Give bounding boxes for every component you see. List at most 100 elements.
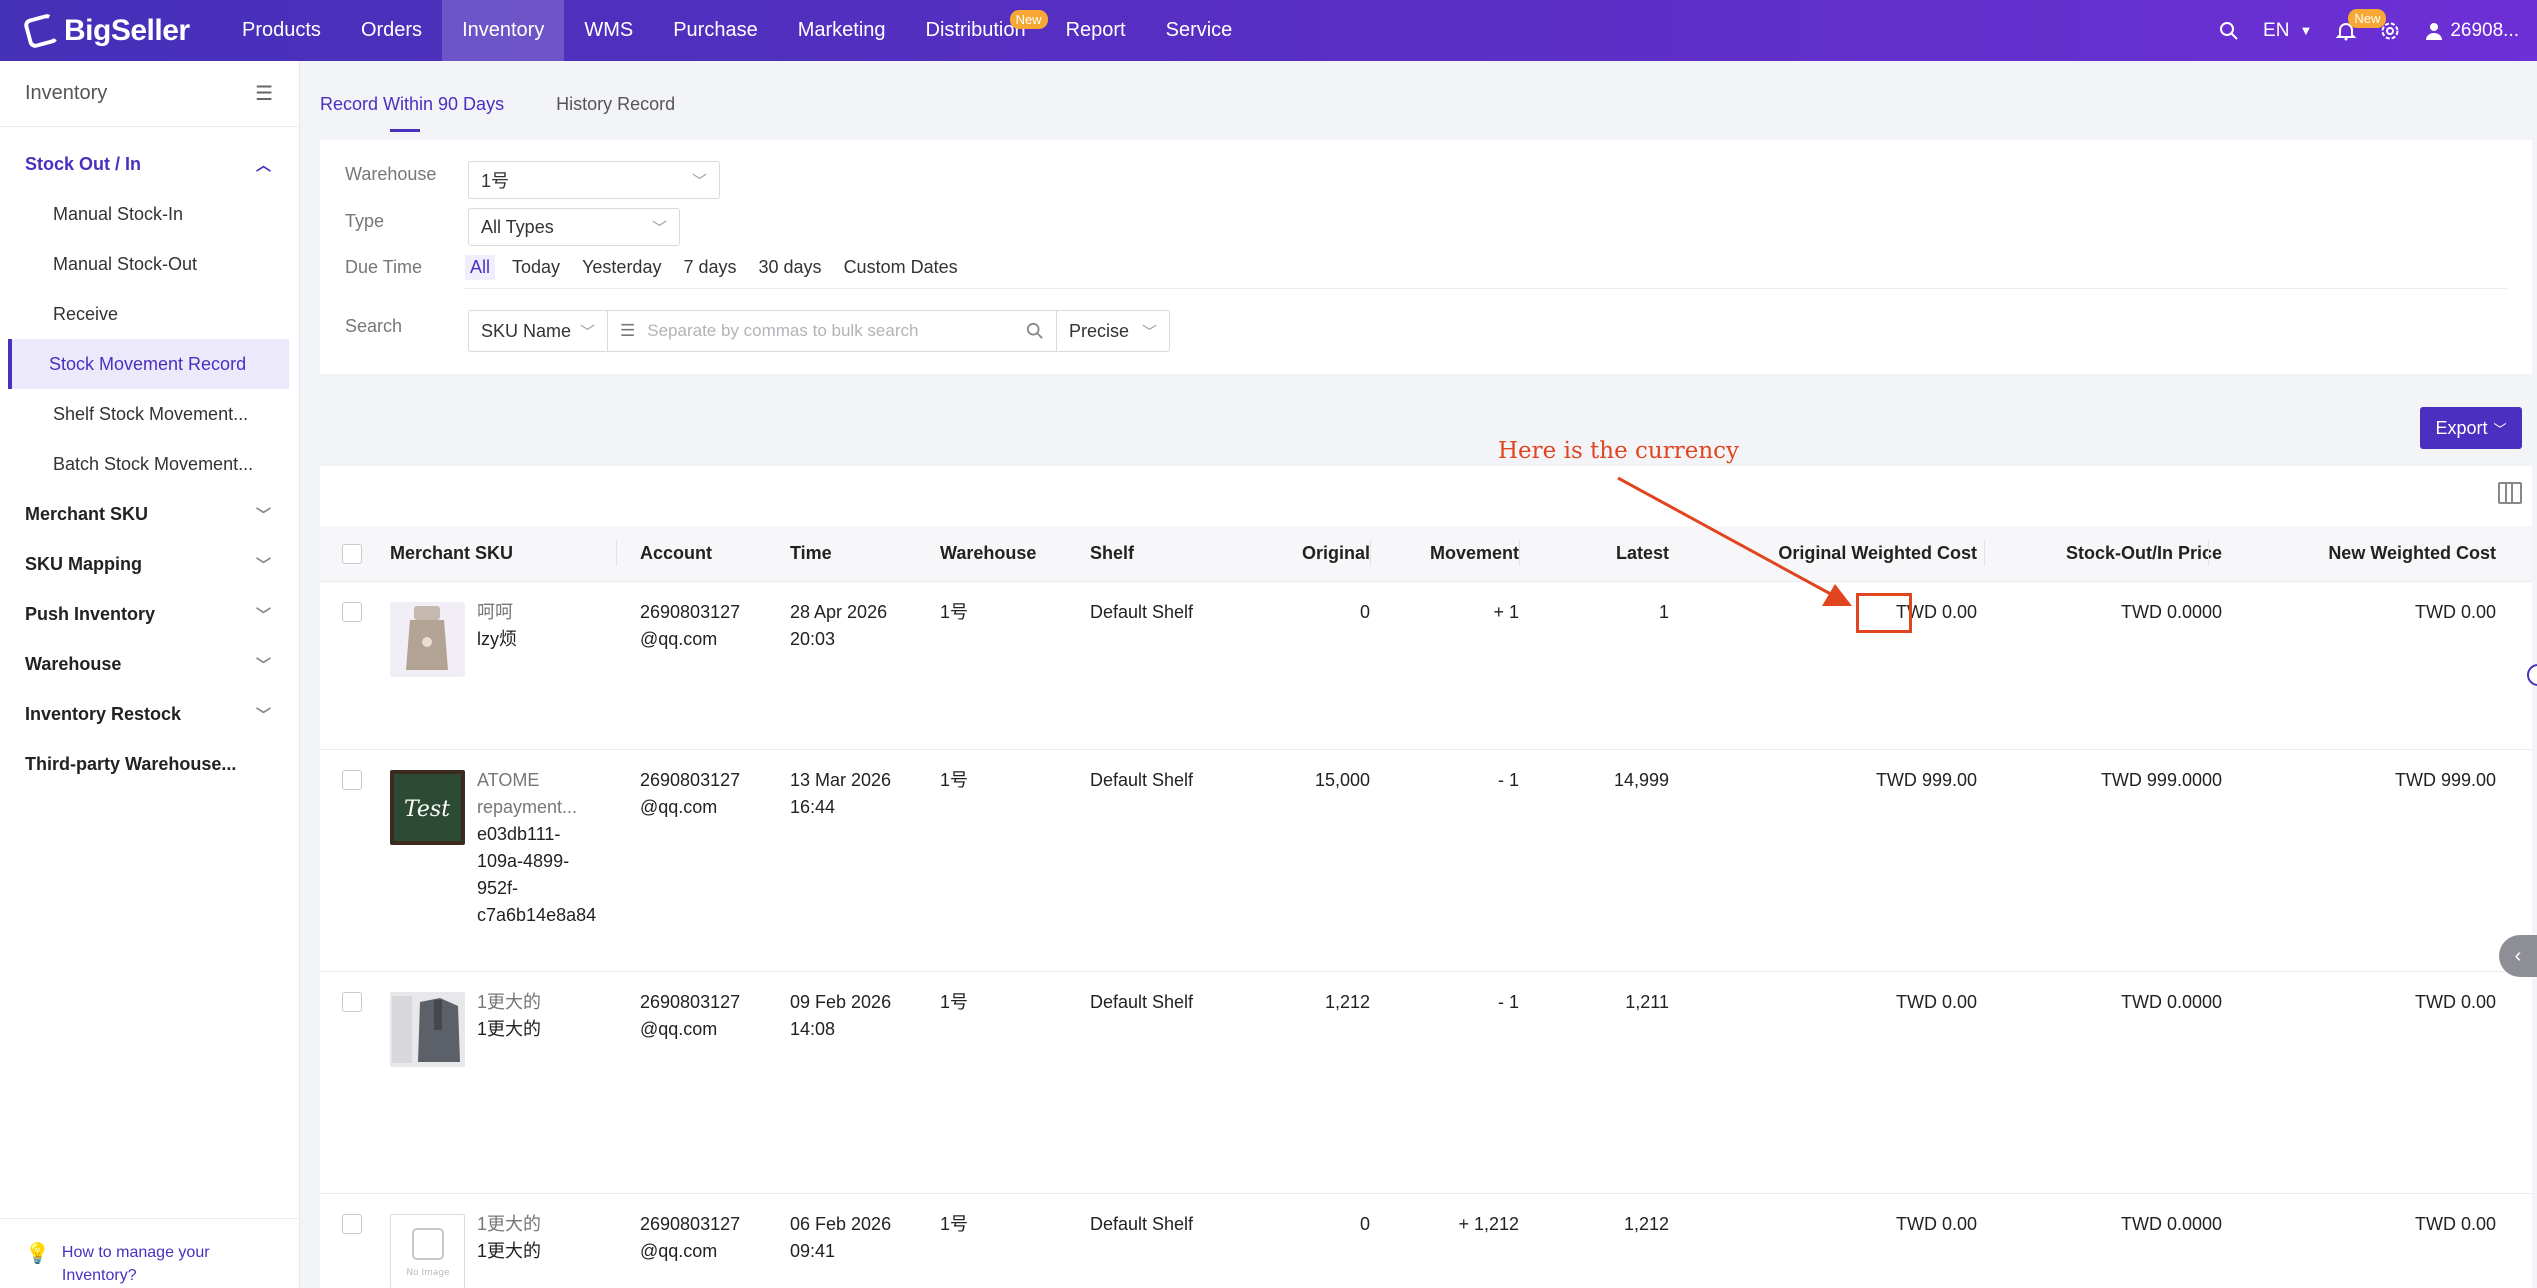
filter-panel: Warehouse 1号 ﹀ Type All Types ﹀ Due Time… [320,140,2532,374]
tab-record-within-90-days[interactable]: Record Within 90 Days [320,82,504,132]
sidebar-group-stock-out-in[interactable]: Stock Out / In ︿ [0,139,299,189]
movement-cell: + 1 [1493,602,1519,622]
search-mode-select[interactable]: Precise ﹀ [1056,310,1170,352]
warehouse-cell: 1号 [940,770,969,790]
sku-cell: 1更大的 1更大的 [477,992,542,1039]
chevron-down-icon: ﹀ [255,506,271,524]
sidebar-group-third-party-warehouse[interactable]: Third-party Warehouse... [0,739,299,789]
column-settings-icon[interactable] [2498,482,2522,504]
latest-cell: 1,211 [1625,992,1669,1012]
nav-distribution[interactable]: Distribution New [906,0,1048,61]
header-merchant-sku: Merchant SKU [390,543,514,563]
product-thumbnail[interactable] [390,992,465,1067]
sidebar-item-shelf-stock-movement[interactable]: Shelf Stock Movement... [8,389,289,439]
chevron-down-icon: ﹀ [255,606,271,624]
shelf-cell: Default Shelf [1090,992,1194,1012]
main-nav: Products Orders Inventory WMS Purchase M… [222,0,1252,61]
sku-cell: 1更大的 1更大的 [477,1214,542,1261]
bigseller-logo[interactable]: BigSeller [22,12,190,50]
bulk-list-icon[interactable]: ☰ [620,321,635,341]
search-input[interactable]: ☰ Separate by commas to bulk search [607,310,1057,352]
new-weighted-cost-cell: TWD 0.00 [2414,602,2496,622]
product-thumbnail-placeholder[interactable]: No Image [390,1214,465,1288]
help-link[interactable]: 💡 How to manage your Inventory? [0,1218,300,1288]
row-checkbox[interactable] [342,992,362,1012]
sidebar-group-warehouse[interactable]: Warehouse ﹀ [0,639,299,689]
new-weighted-cost-cell: TWD 0.00 [2414,1214,2496,1234]
tab-history-record[interactable]: History Record [556,82,675,122]
due-option-7-days[interactable]: 7 days [678,255,741,280]
sidebar-item-manual-stock-out[interactable]: Manual Stock-Out [8,239,289,289]
warehouse-label: Warehouse [345,164,437,184]
original-weighted-cost-cell: TWD 0.00 [1895,1214,1977,1234]
sidebar-item-stock-movement-record[interactable]: Stock Movement Record [8,339,289,389]
original-cell: 0 [1359,1214,1370,1234]
logo-icon [22,12,60,50]
original-weighted-cost-cell: TWD 0.00 [1895,992,1977,1012]
header-original-weighted-cost: Original Weighted Cost [1778,543,1977,563]
type-select[interactable]: All Types ﹀ [468,208,680,246]
top-right-actions: EN ▼ New 26908... [2219,0,2519,61]
shelf-cell: Default Shelf [1090,602,1194,622]
search-field-select[interactable]: SKU Name ﹀ [468,310,608,352]
due-option-yesterday[interactable]: Yesterday [577,255,666,280]
table-row: 呵呵 lzy烦 2690803127 @qq.com 28 Apr 2026 20:… [320,582,2532,750]
due-option-custom-dates[interactable]: Custom Dates [839,255,963,280]
search-icon[interactable] [2219,21,2239,41]
chevron-up-icon: ︿ [255,156,271,174]
settings-gear-icon[interactable] [2380,21,2400,41]
sidebar-item-manual-stock-in[interactable]: Manual Stock-In [8,189,289,239]
nav-wms[interactable]: WMS [564,0,653,61]
stock-price-cell: TWD 0.0000 [2120,602,2222,622]
collapse-menu-icon[interactable]: ☰ [255,81,273,106]
nav-products[interactable]: Products [222,0,341,61]
nav-service[interactable]: Service [1146,0,1253,61]
nav-orders[interactable]: Orders [341,0,442,61]
nav-purchase[interactable]: Purchase [653,0,778,61]
chevron-down-icon: ﹀ [1141,323,1157,341]
row-checkbox[interactable] [342,1214,362,1234]
notification-bell[interactable]: New [2336,8,2387,41]
chevron-down-icon: ﹀ [255,706,271,724]
search-icon[interactable] [1026,322,1044,340]
shelf-cell: Default Shelf [1090,770,1194,790]
due-option-all[interactable]: All [465,255,496,280]
sidebar-group-sku-mapping[interactable]: SKU Mapping ﹀ [0,539,299,589]
due-option-30-days[interactable]: 30 days [754,255,827,280]
row-checkbox[interactable] [342,602,362,622]
warehouse-cell: 1号 [940,1214,969,1234]
header-time: Time [790,543,832,563]
side-panel-toggle[interactable]: ‹ [2499,935,2537,977]
table-row: Test ATOME repayment... e03db111- 109a-4… [320,750,2532,972]
user-menu[interactable]: 26908... [2424,20,2519,42]
sidebar-group-merchant-sku[interactable]: Merchant SKU ﹀ [0,489,299,539]
select-all-checkbox[interactable] [342,544,362,564]
nav-inventory[interactable]: Inventory [442,0,565,61]
nav-marketing[interactable]: Marketing [778,0,906,61]
row-checkbox[interactable] [342,770,362,790]
product-thumbnail[interactable]: Test [390,770,465,845]
original-cell: 15,000 [1314,770,1370,790]
chevron-left-icon: ‹ [2514,944,2522,967]
movement-cell: + 1,212 [1458,1214,1519,1234]
chevron-down-icon: ﹀ [691,172,707,190]
sidebar-item-receive[interactable]: Receive [8,289,289,339]
warehouse-select[interactable]: 1号 ﹀ [468,161,720,199]
new-weighted-cost-cell: TWD 999.00 [2394,770,2496,790]
language-selector[interactable]: EN ▼ [2263,20,2312,42]
top-navbar: BigSeller Products Orders Inventory WMS … [0,0,2537,61]
due-option-today[interactable]: Today [507,255,565,280]
nav-report[interactable]: Report [1046,0,1146,61]
new-weighted-cost-cell: TWD 0.00 [2414,992,2496,1012]
warehouse-cell: 1号 [940,992,969,1012]
sidebar-group-push-inventory[interactable]: Push Inventory ﹀ [0,589,299,639]
sidebar-item-batch-stock-movement[interactable]: Batch Stock Movement... [8,439,289,489]
sidebar-header: Inventory ☰ [0,61,299,127]
chevron-down-icon: ﹀ [579,323,595,341]
sidebar-group-inventory-restock[interactable]: Inventory Restock ﹀ [0,689,299,739]
product-thumbnail[interactable] [390,602,465,677]
export-button[interactable]: Export ﹀ [2420,407,2522,449]
time-cell: 09 Feb 2026 14:08 [790,992,892,1039]
sidebar: Inventory ☰ Stock Out / In ︿ Manual Stoc… [0,61,300,1288]
header-account: Account [640,543,712,563]
